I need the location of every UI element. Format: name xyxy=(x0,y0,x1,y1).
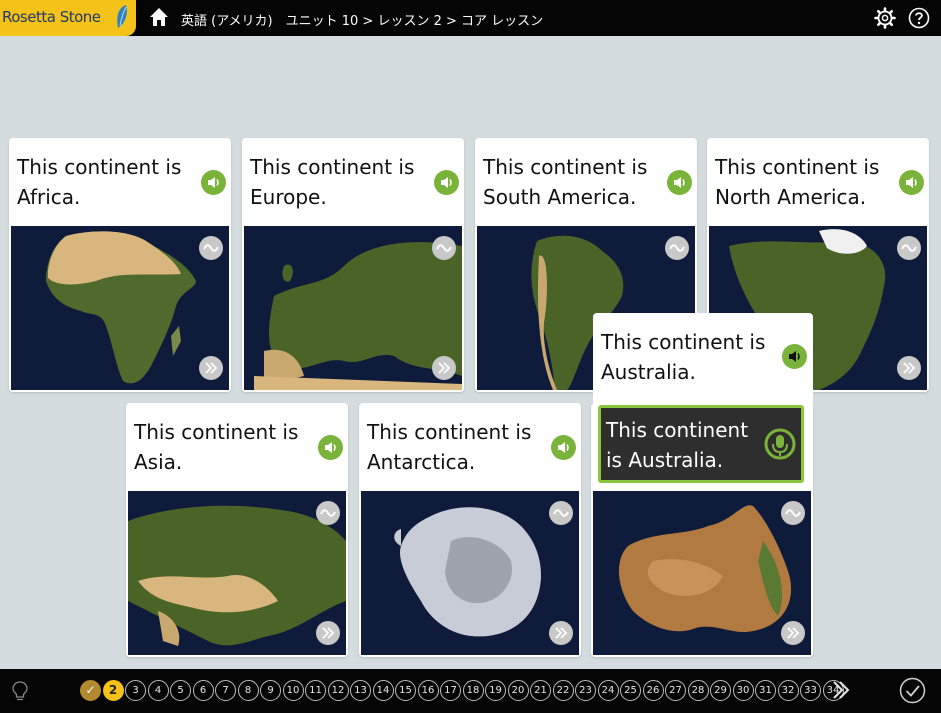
home-icon[interactable] xyxy=(149,7,169,27)
checkmark-icon[interactable] xyxy=(899,677,926,704)
step-24[interactable]: 24 xyxy=(597,680,619,701)
step-6[interactable]: 6 xyxy=(192,680,214,701)
double-chevron-icon[interactable] xyxy=(897,356,921,380)
step-5[interactable]: 5 xyxy=(170,680,191,701)
microphone-icon[interactable] xyxy=(763,427,797,461)
card-caption: This continent is North America. xyxy=(715,155,880,209)
step-33[interactable]: 33 xyxy=(800,680,821,701)
card-caption: This continent is South America. xyxy=(483,155,648,209)
waveform-icon[interactable] xyxy=(549,501,573,525)
double-chevron-icon[interactable] xyxy=(549,621,573,645)
waveform-icon[interactable] xyxy=(781,501,805,525)
logo-leaf-icon xyxy=(117,5,127,28)
question-icon[interactable] xyxy=(908,7,930,29)
antarctica-map xyxy=(361,491,579,655)
lightbulb-icon[interactable] xyxy=(10,680,30,702)
step-navigator: ✓ 2 3 4 5 6 7 8 9 10 11 12 13 14 15 16 17 18 19 20 21 22 23 24 2… xyxy=(80,680,845,702)
card-europe[interactable]: This continent is Europe. xyxy=(242,138,464,392)
step-16[interactable]: 16 xyxy=(417,680,439,701)
speaker-icon[interactable] xyxy=(201,170,226,195)
waveform-icon[interactable] xyxy=(897,236,921,260)
speak-response-box[interactable]: This continent is Australia. xyxy=(598,405,804,483)
speaker-icon[interactable] xyxy=(551,435,576,460)
gear-icon[interactable] xyxy=(874,7,896,29)
double-chevron-icon[interactable] xyxy=(316,621,340,645)
speaker-icon[interactable] xyxy=(899,170,924,195)
prompt-caption: This continent is Australia. xyxy=(601,330,766,384)
waveform-icon[interactable] xyxy=(432,236,456,260)
waveform-icon[interactable] xyxy=(199,236,223,260)
europe-map xyxy=(244,226,462,390)
step-25[interactable]: 25 xyxy=(620,680,641,701)
step-22[interactable]: 22 xyxy=(552,680,574,701)
step-17[interactable]: 17 xyxy=(440,680,461,701)
double-chevron-icon[interactable] xyxy=(829,678,853,702)
australia-map xyxy=(593,491,811,655)
card-caption: This continent is Antarctica. xyxy=(367,420,532,474)
speaker-icon[interactable] xyxy=(434,170,459,195)
card-antarctica[interactable]: This continent is Antarctica. xyxy=(359,403,581,657)
step-31[interactable]: 31 xyxy=(755,680,776,701)
speaker-icon[interactable] xyxy=(667,170,692,195)
step-21[interactable]: 21 xyxy=(530,680,551,701)
speak-prompt-popup: This continent is Australia. This contin… xyxy=(593,313,813,491)
step-28[interactable]: 28 xyxy=(687,680,709,701)
logo-text: Rosetta Stone xyxy=(2,8,101,26)
step-10[interactable]: 10 xyxy=(282,680,304,701)
response-text: This continent is Australia. xyxy=(606,418,749,472)
waveform-icon[interactable] xyxy=(316,501,340,525)
rosetta-stone-logo: Rosetta Stone xyxy=(0,0,136,36)
step-26[interactable]: 26 xyxy=(642,680,664,701)
step-32[interactable]: 32 xyxy=(777,680,799,701)
double-chevron-icon[interactable] xyxy=(199,356,223,380)
step-3[interactable]: 3 xyxy=(125,680,146,701)
step-current[interactable]: 2 xyxy=(102,680,124,701)
step-11[interactable]: 11 xyxy=(305,680,326,701)
card-africa[interactable]: This continent is Africa. xyxy=(9,138,231,392)
step-8[interactable]: 8 xyxy=(237,680,259,701)
step-20[interactable]: 20 xyxy=(507,680,529,701)
step-18[interactable]: 18 xyxy=(462,680,484,701)
asia-map xyxy=(128,491,346,655)
step-list: 3 4 5 6 7 8 9 10 11 12 13 14 15 16 17 18 19 20 21 22 23 24 25 2… xyxy=(125,680,845,701)
africa-map xyxy=(11,226,229,390)
card-caption: This continent is Asia. xyxy=(134,420,299,474)
step-19[interactable]: 19 xyxy=(485,680,506,701)
bottom-progress-bar: ✓ 2 3 4 5 6 7 8 9 10 11 12 13 14 15 16 17 18 19 20 21 22 23 24 2… xyxy=(0,669,941,713)
step-4[interactable]: 4 xyxy=(147,680,169,701)
step-9[interactable]: 9 xyxy=(260,680,281,701)
card-caption: This continent is Africa. xyxy=(17,155,182,209)
speaker-icon[interactable] xyxy=(782,344,807,369)
double-chevron-icon[interactable] xyxy=(432,356,456,380)
step-completed[interactable]: ✓ xyxy=(80,680,101,701)
breadcrumb[interactable]: 英語 (アメリカ) ユニット 10 > レッスン 2 > コア レッスン xyxy=(181,10,543,29)
double-chevron-icon[interactable] xyxy=(781,621,805,645)
step-7[interactable]: 7 xyxy=(215,680,236,701)
card-caption: This continent is Europe. xyxy=(250,155,415,209)
step-12[interactable]: 12 xyxy=(327,680,349,701)
card-asia[interactable]: This continent is Asia. xyxy=(126,403,348,657)
step-30[interactable]: 30 xyxy=(732,680,754,701)
waveform-icon[interactable] xyxy=(665,236,689,260)
step-23[interactable]: 23 xyxy=(575,680,596,701)
step-13[interactable]: 13 xyxy=(350,680,371,701)
step-29[interactable]: 29 xyxy=(710,680,731,701)
step-14[interactable]: 14 xyxy=(372,680,394,701)
top-bar: Rosetta Stone 英語 (アメリカ) ユニット 10 > レッスン 2… xyxy=(0,0,941,36)
step-15[interactable]: 15 xyxy=(395,680,416,701)
step-27[interactable]: 27 xyxy=(665,680,686,701)
speaker-icon[interactable] xyxy=(318,435,343,460)
